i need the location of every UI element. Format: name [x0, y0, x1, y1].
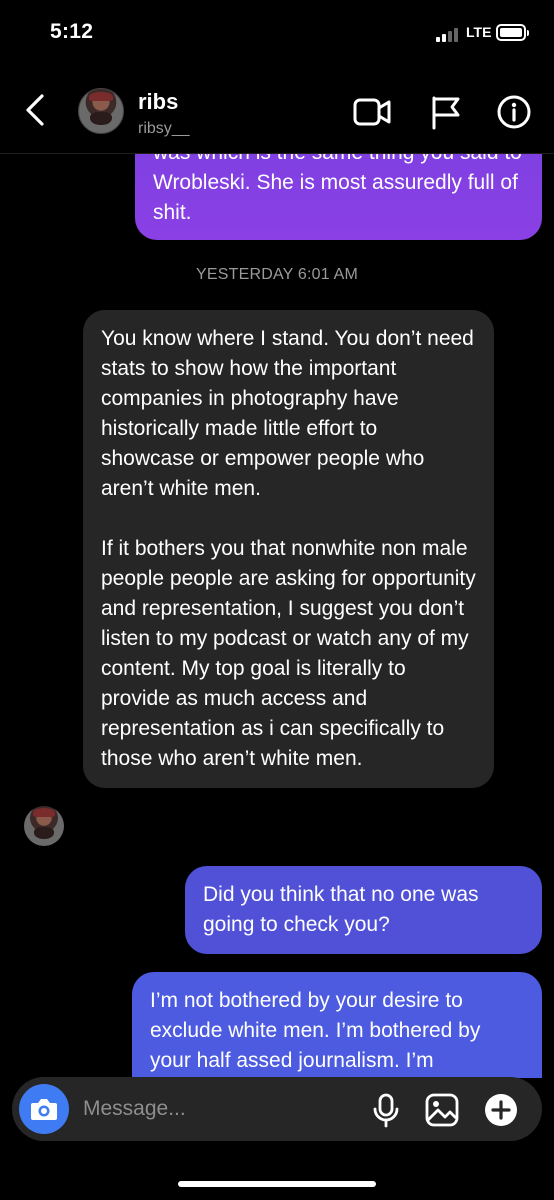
- contact-name[interactable]: ribs: [138, 89, 178, 115]
- camera-button[interactable]: [19, 1084, 69, 1134]
- gallery-icon[interactable]: [423, 1091, 461, 1129]
- flag-icon[interactable]: [426, 94, 466, 130]
- received-message[interactable]: You know where I stand. You don’t need s…: [83, 310, 494, 788]
- received-message-paragraph: If it bothers you that nonwhite non male…: [101, 537, 476, 770]
- status-bar: 5:12 LTE: [0, 0, 554, 66]
- microphone-icon[interactable]: [367, 1091, 405, 1129]
- sent-message[interactable]: I’m not bothered by your desire to exclu…: [132, 972, 542, 1078]
- home-indicator[interactable]: [178, 1181, 376, 1187]
- contact-username[interactable]: ribsy__: [138, 120, 190, 138]
- contact-avatar[interactable]: [78, 88, 124, 134]
- message-timestamp: YESTERDAY 6:01 AM: [196, 266, 358, 283]
- video-call-icon[interactable]: [352, 94, 392, 130]
- status-time: 5:12: [50, 20, 94, 43]
- back-chevron-icon[interactable]: [20, 92, 50, 128]
- message-input[interactable]: Message...: [83, 1097, 186, 1121]
- received-message-paragraph: You know where I stand. You don’t need s…: [101, 327, 474, 500]
- camera-icon: [31, 1099, 57, 1120]
- plus-icon[interactable]: [482, 1091, 520, 1129]
- info-icon[interactable]: [494, 94, 534, 130]
- sent-message[interactable]: was which is the same thing you said to …: [135, 154, 542, 240]
- battery-icon: [496, 24, 529, 41]
- sender-avatar[interactable]: [24, 806, 64, 846]
- network-label: LTE: [466, 24, 492, 40]
- message-thread[interactable]: was which is the same thing you said to …: [0, 154, 554, 1078]
- signal-strength-icon: [436, 26, 462, 42]
- sent-message[interactable]: Did you think that no one was going to c…: [185, 866, 542, 954]
- conversation-header: ribs ribsy__: [0, 66, 554, 154]
- message-composer: Message...: [12, 1077, 542, 1141]
